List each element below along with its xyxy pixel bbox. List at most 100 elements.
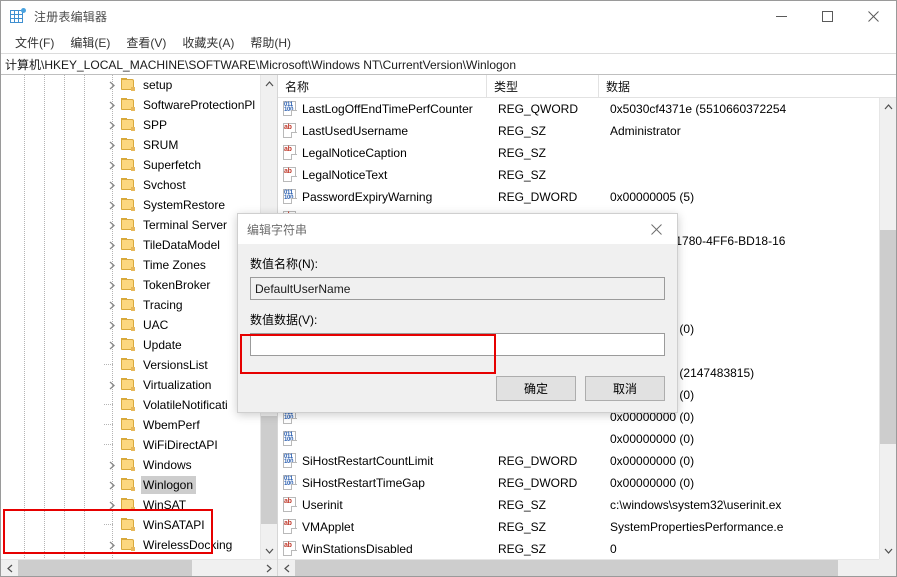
cell-value-name: VMApplet (302, 520, 355, 534)
values-hscroll-track[interactable] (295, 560, 879, 576)
tree-item-versionslist[interactable]: VersionsList (1, 355, 260, 375)
table-row[interactable]: 011 100 PasswordExpiryWarning REG_DWORD 0x00… (278, 186, 879, 208)
table-row[interactable]: ab VMApplet REG_SZ SystemPropertiesPerforma… (278, 516, 879, 538)
dword-value-icon: 011100 (282, 101, 298, 117)
values-vertical-scrollbar[interactable] (879, 98, 896, 559)
cell-value-type: REG_DWORD (498, 454, 578, 468)
chevron-right-icon[interactable] (104, 317, 120, 333)
tree-item-windows[interactable]: Windows (1, 455, 260, 475)
value-name-input[interactable]: DefaultUserName (250, 277, 665, 300)
chevron-right-icon[interactable] (104, 137, 120, 153)
values-horizontal-scrollbar[interactable] (278, 559, 896, 576)
chevron-right-icon[interactable] (104, 177, 120, 193)
values-scroll-track[interactable] (880, 115, 896, 542)
tree-item-winlogon[interactable]: Winlogon (1, 475, 260, 495)
chevron-right-icon[interactable] (104, 157, 120, 173)
tree-item-volatilenotificati[interactable]: VolatileNotificati (1, 395, 260, 415)
chevron-right-icon[interactable] (104, 217, 120, 233)
tree-item-svchost[interactable]: Svchost (1, 175, 260, 195)
table-row[interactable]: ab LegalNoticeText REG_SZ (278, 164, 879, 186)
tree-item-winsatapi[interactable]: WinSATAPI (1, 515, 260, 535)
menu-file[interactable]: 文件(F) (7, 32, 62, 53)
chevron-right-icon[interactable] (104, 257, 120, 273)
registry-tree[interactable]: setup SoftwareProtectionPl SPP SRUM Superfet… (1, 75, 260, 559)
dialog-title-bar: 编辑字符串 (238, 214, 677, 244)
menu-help[interactable]: 帮助(H) (242, 32, 299, 53)
close-icon[interactable] (850, 1, 896, 31)
chevron-right-icon[interactable] (104, 237, 120, 253)
table-row[interactable]: ab WinStationsDisabled REG_SZ 0 (278, 538, 879, 559)
column-header-data[interactable]: 数据 (599, 75, 896, 98)
tree-item-systemrestore[interactable]: SystemRestore (1, 195, 260, 215)
minimize-icon[interactable] (758, 1, 804, 31)
tree-item-wifidirectapi[interactable]: WiFiDirectAPI (1, 435, 260, 455)
string-value-icon: ab (282, 497, 298, 513)
chevron-right-icon[interactable] (104, 477, 120, 493)
tree-item-winsat[interactable]: WinSAT (1, 495, 260, 515)
chevron-right-icon[interactable] (104, 377, 120, 393)
chevron-right-icon[interactable] (104, 97, 120, 113)
tree-scroll-thumb[interactable] (261, 416, 277, 524)
chevron-right-icon[interactable] (104, 457, 120, 473)
cell-value-name: SiHostRestartCountLimit (302, 454, 434, 468)
tree-item-softwareprotectionpl[interactable]: SoftwareProtectionPl (1, 95, 260, 115)
chevron-right-icon[interactable] (104, 537, 120, 553)
tree-item-label: SPP (143, 118, 168, 132)
table-row[interactable]: ab LegalNoticeCaption REG_SZ (278, 142, 879, 164)
tree-item-uac[interactable]: UAC (1, 315, 260, 335)
maximize-icon[interactable] (804, 1, 850, 31)
ok-button[interactable]: 确定 (496, 376, 576, 401)
tree-item-tiledatamodel[interactable]: TileDataModel (1, 235, 260, 255)
menu-favorites[interactable]: 收藏夹(A) (174, 32, 242, 53)
tree-item-srum[interactable]: SRUM (1, 135, 260, 155)
column-header-type[interactable]: 类型 (487, 75, 599, 98)
tree-hscroll-thumb[interactable] (18, 560, 193, 576)
scroll-left-icon[interactable] (1, 560, 18, 576)
chevron-right-icon[interactable] (104, 337, 120, 353)
scroll-left-icon[interactable] (278, 560, 295, 576)
address-bar[interactable]: 计算机\HKEY_LOCAL_MACHINE\SOFTWARE\Microsof… (1, 53, 896, 75)
table-row[interactable]: ab LastUsedUsername REG_SZ Administrator (278, 120, 879, 142)
table-row[interactable]: 011 100 SiHostRestartCountLimit REG_DWORD 0x… (278, 450, 879, 472)
table-row[interactable]: 011100 0x00000000 (0) (278, 428, 879, 450)
scroll-up-icon[interactable] (880, 98, 896, 115)
chevron-right-icon[interactable] (104, 497, 120, 513)
tree-item-tracing[interactable]: Tracing (1, 295, 260, 315)
scroll-up-icon[interactable] (261, 75, 277, 92)
tree-item-superfetch[interactable]: Superfetch (1, 155, 260, 175)
dword-value-icon: 011100 (282, 475, 298, 491)
tree-item-virtualization[interactable]: Virtualization (1, 375, 260, 395)
tree-item-terminal-server[interactable]: Terminal Server (1, 215, 260, 235)
values-hscroll-thumb[interactable] (295, 560, 839, 576)
value-data-input[interactable] (250, 333, 665, 356)
cancel-button[interactable]: 取消 (585, 376, 665, 401)
scroll-right-icon[interactable] (260, 560, 277, 576)
tree-horizontal-scrollbar[interactable] (1, 559, 277, 576)
tree-item-spp[interactable]: SPP (1, 115, 260, 135)
tree-item-wbemperf[interactable]: WbemPerf (1, 415, 260, 435)
tree-hscroll-track[interactable] (18, 560, 260, 576)
cell-value-data: 0x00000000 (0) (610, 476, 695, 490)
tree-item-time-zones[interactable]: Time Zones (1, 255, 260, 275)
tree-item-setup[interactable]: setup (1, 75, 260, 95)
scroll-down-icon[interactable] (261, 542, 277, 559)
chevron-right-icon[interactable] (104, 117, 120, 133)
tree-item-update[interactable]: Update (1, 335, 260, 355)
table-row[interactable]: ab Userinit REG_SZ c:\windows\system32\user… (278, 494, 879, 516)
dialog-close-icon[interactable] (635, 214, 677, 244)
table-row[interactable]: 011 100 LastLogOffEndTimePerfCounter REG_QW… (278, 98, 879, 120)
chevron-right-icon[interactable] (104, 197, 120, 213)
chevron-right-icon[interactable] (104, 297, 120, 313)
tree-item-wirelessdocking[interactable]: WirelessDocking (1, 535, 260, 555)
chevron-right-icon[interactable] (104, 77, 120, 93)
cell-value-name: WinStationsDisabled (302, 542, 413, 556)
table-row[interactable]: 011 100 SiHostRestartTimeGap REG_DWORD 0x000… (278, 472, 879, 494)
tree-item-label: TokenBroker (143, 278, 211, 292)
chevron-right-icon[interactable] (104, 277, 120, 293)
tree-item-tokenbroker[interactable]: TokenBroker (1, 275, 260, 295)
menu-view[interactable]: 查看(V) (118, 32, 174, 53)
menu-edit[interactable]: 编辑(E) (62, 32, 118, 53)
column-header-name[interactable]: 名称 (278, 75, 487, 98)
scroll-down-icon[interactable] (880, 542, 896, 559)
values-scroll-thumb[interactable] (880, 230, 896, 444)
